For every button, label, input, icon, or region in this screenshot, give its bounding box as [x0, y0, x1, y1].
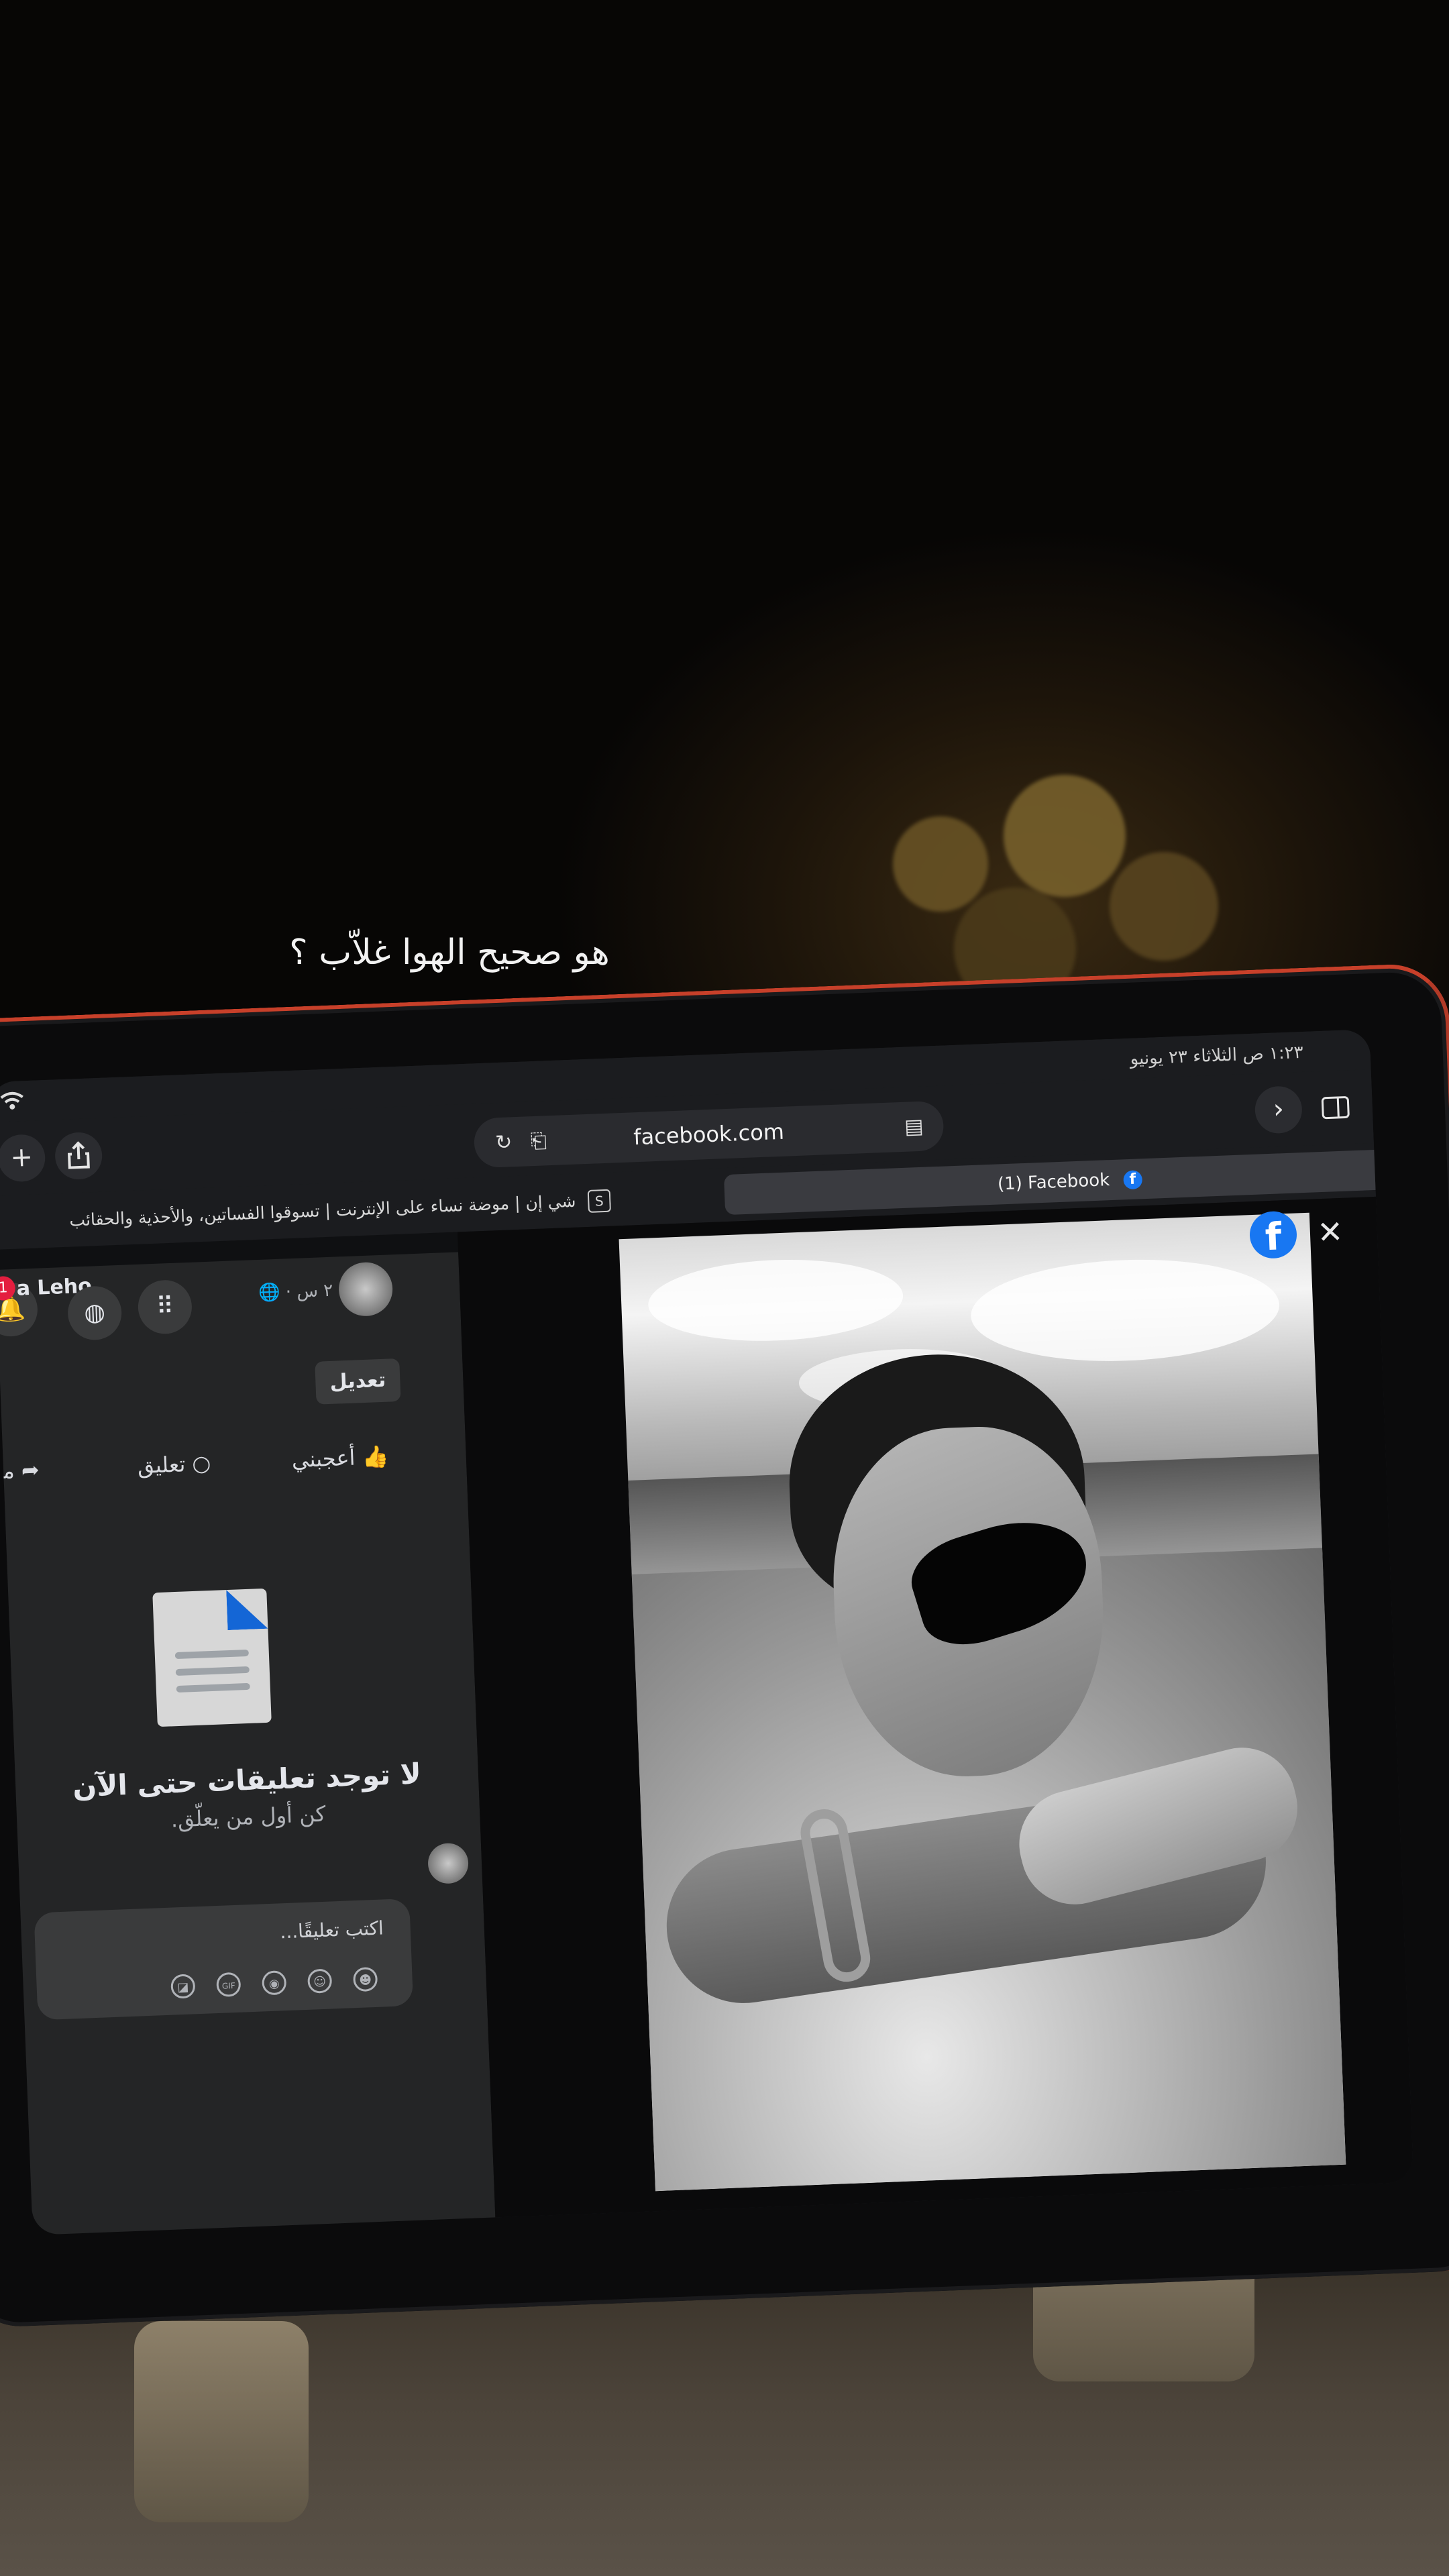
share-arrow-icon: ➦: [21, 1456, 40, 1483]
new-tab-button[interactable]: +: [0, 1134, 46, 1183]
gif-icon[interactable]: GIF: [216, 1972, 241, 1998]
sticker-icon[interactable]: ◪: [170, 1974, 196, 1999]
like-label: أعجبني: [291, 1444, 356, 1473]
address-bar[interactable]: ↻ ⎗ facebook.com ▤: [473, 1100, 945, 1169]
messenger-button[interactable]: ◍: [66, 1285, 123, 1341]
close-icon[interactable]: ✕: [1309, 1211, 1351, 1252]
photo-scene: هو صحيح الهوا غلاّب ؟ ١:٢٣ ص الثلاثاء ٢٣…: [0, 0, 1449, 2576]
sidebar-button[interactable]: [1311, 1083, 1360, 1132]
comment-input[interactable]: اكتب تعليقًا...: [280, 1917, 384, 1943]
comment-composer[interactable]: اكتب تعليقًا... ◪ GIF ◉ ☺ ☻: [34, 1898, 414, 2021]
tab-facebook-title: (1) Facebook: [997, 1170, 1110, 1195]
emoji-icon[interactable]: ☺: [307, 1968, 333, 1994]
tablet-stand-left: [134, 2321, 309, 2522]
comment-button[interactable]: ○ تعليق: [137, 1443, 212, 1486]
forward-button[interactable]: ›: [1254, 1085, 1303, 1134]
sidebar-icon: [1321, 1096, 1350, 1120]
messenger-icon: ◍: [83, 1298, 106, 1327]
photo-viewer: f ✕: [457, 1196, 1414, 2218]
facebook-photo-view: 🔔 1 a Leho ◍ ⠿ ٢ س · 🌐 تعديل 👍 أعجبني ○ …: [0, 1196, 1414, 2235]
shein-icon: S: [587, 1189, 611, 1213]
wifi-icon: [0, 1091, 23, 1110]
like-icon: 👍: [361, 1443, 390, 1470]
facebook-icon: f: [1122, 1169, 1142, 1189]
menu-button[interactable]: ⠿: [137, 1279, 193, 1335]
tablet-screen: ١:٢٣ ص الثلاثاء ٢٣ يونيو + ↻ ⎗ facebook.…: [0, 1029, 1414, 2235]
reader-icon[interactable]: ▤: [900, 1113, 928, 1141]
share-post-button[interactable]: ➦ مـ: [0, 1450, 40, 1491]
menu-grid-icon: ⠿: [155, 1292, 174, 1321]
comment-label: تعليق: [137, 1451, 186, 1479]
camera-icon[interactable]: ◉: [262, 1970, 287, 1996]
document-icon: [152, 1588, 272, 1727]
story-caption: هو صحيح الهوا غلاّب ؟: [289, 932, 610, 973]
like-button[interactable]: 👍 أعجبني: [291, 1436, 390, 1481]
avatar-icon: [427, 1842, 470, 1884]
tab-shein-title: شي إن | موضة نساء على الإنترنت | تسوقوا …: [68, 1191, 576, 1230]
avatar-sticker-icon[interactable]: ☻: [352, 1966, 378, 1992]
share-button[interactable]: [54, 1131, 103, 1181]
tablet-device: ١:٢٣ ص الثلاثاء ٢٣ يونيو + ↻ ⎗ facebook.…: [0, 962, 1449, 2329]
plus-icon: +: [9, 1141, 34, 1173]
post-details-panel: 🔔 1 a Leho ◍ ⠿ ٢ س · 🌐 تعديل 👍 أعجبني ○ …: [0, 1252, 496, 2235]
share-icon: [67, 1141, 90, 1169]
edit-button[interactable]: تعديل: [315, 1358, 401, 1405]
post-time: ٢ س · 🌐: [258, 1280, 333, 1303]
forward-icon: ›: [1272, 1093, 1285, 1125]
comment-icon: ○: [191, 1450, 212, 1477]
globe-icon: 🌐: [258, 1282, 281, 1303]
url-text: facebook.com: [633, 1118, 785, 1150]
avatar[interactable]: [337, 1261, 394, 1318]
status-time: ١:٢٣ ص الثلاثاء ٢٣ يونيو: [1130, 1042, 1304, 1069]
post-photo[interactable]: [619, 1212, 1346, 2192]
